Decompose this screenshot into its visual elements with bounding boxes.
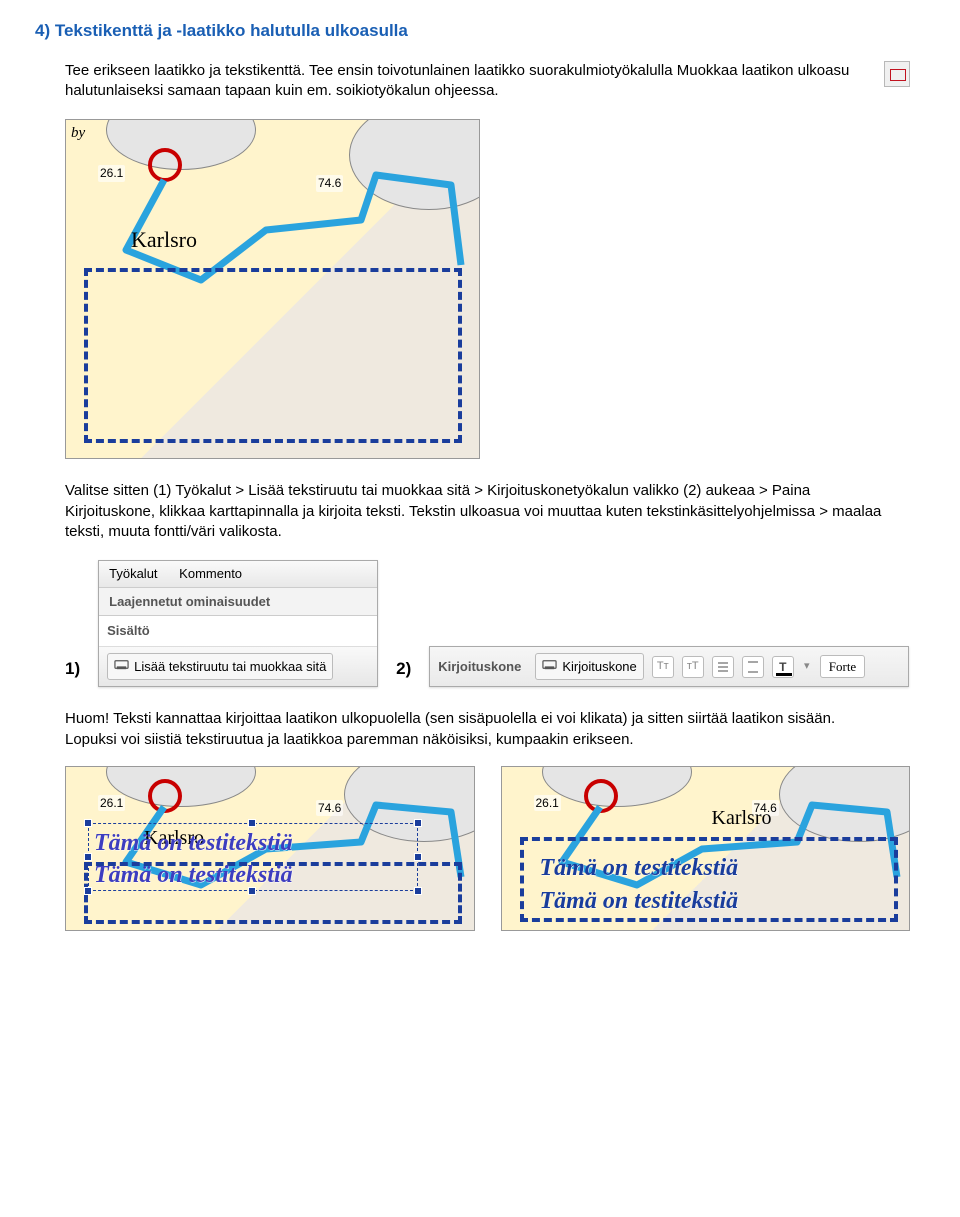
sample-text-line2: Tämä on testitekstiä (540, 885, 739, 917)
typewriter-panel-title: Kirjoituskone (438, 658, 521, 676)
map-place-name: Karlsro (131, 225, 197, 255)
rectangle-tool-icon (884, 61, 910, 87)
selection-handle[interactable] (414, 853, 422, 861)
label-1: 1) (65, 658, 80, 681)
dropdown-caret-icon[interactable]: ▾ (802, 656, 812, 678)
section-heading: 4) Tekstikenttä ja -laatikko halutulla u… (35, 20, 910, 43)
add-textbox-label: Lisää tekstiruutu tai muokkaa sitä (134, 658, 326, 676)
selection-handle[interactable] (414, 819, 422, 827)
menubar: Työkalut Kommento (99, 561, 377, 588)
typewriter-icon (114, 657, 129, 677)
selection-handle[interactable] (84, 819, 92, 827)
typewriter-icon (542, 657, 557, 677)
selection-handle[interactable] (414, 887, 422, 895)
typewriter-button[interactable]: Kirjoituskone (535, 653, 643, 681)
font-color-icon[interactable]: T (772, 656, 794, 678)
selection-handle[interactable] (248, 887, 256, 895)
paragraph-intro: Tee erikseen laatikko ja tekstikenttä. T… (65, 61, 885, 102)
text-selection-outline (88, 823, 418, 891)
paragraph-steps: Valitse sitten (1) Työkalut > Lisää teks… (65, 481, 885, 542)
map-figure-1: by 26.1 74.6 Karlsro (65, 119, 910, 459)
map-canvas-1: by 26.1 74.6 Karlsro (65, 119, 480, 459)
selection-handle[interactable] (84, 853, 92, 861)
menu-comment[interactable]: Kommento (179, 566, 242, 581)
toolbar-screenshot-2: Kirjoituskone Kirjoituskone Tᴛ ᴛT T ▾ Fo… (429, 646, 909, 688)
typewriter-button-label: Kirjoituskone (562, 658, 636, 676)
map-figure-2-left: 26.1 74.6 Karlsro Tämä on testitekstiä T… (65, 766, 475, 931)
add-textbox-button[interactable]: Lisää tekstiruutu tai muokkaa sitä (107, 653, 333, 681)
paragraph-note: Huom! Teksti kannattaa kirjoittaa laatik… (65, 709, 885, 750)
sample-text-line1: Tämä on testitekstiä (540, 852, 739, 884)
map-place-name: Karlsro (712, 805, 772, 832)
toolbar-screenshot-1: Työkalut Kommento Laajennetut ominaisuud… (98, 560, 378, 687)
menu-tools[interactable]: Työkalut (109, 566, 157, 581)
font-size-large-icon[interactable]: ᴛT (682, 656, 704, 678)
line-spacing-icon[interactable] (712, 656, 734, 678)
font-family-selector[interactable]: Forte (820, 655, 865, 679)
label-2: 2) (396, 658, 411, 681)
line-spacing-wide-icon[interactable] (742, 656, 764, 678)
map-figure-2-right: 26.1 74.6 Karlsro Tämä on testitekstiä T… (501, 766, 911, 931)
selection-handle[interactable] (248, 819, 256, 827)
panel-title-extended: Laajennetut ominaisuudet (99, 588, 377, 617)
panel-row-content[interactable]: Sisältö (99, 616, 377, 647)
selection-handle[interactable] (84, 887, 92, 895)
dashed-selection-box (84, 268, 462, 443)
font-size-small-icon[interactable]: Tᴛ (652, 656, 674, 678)
